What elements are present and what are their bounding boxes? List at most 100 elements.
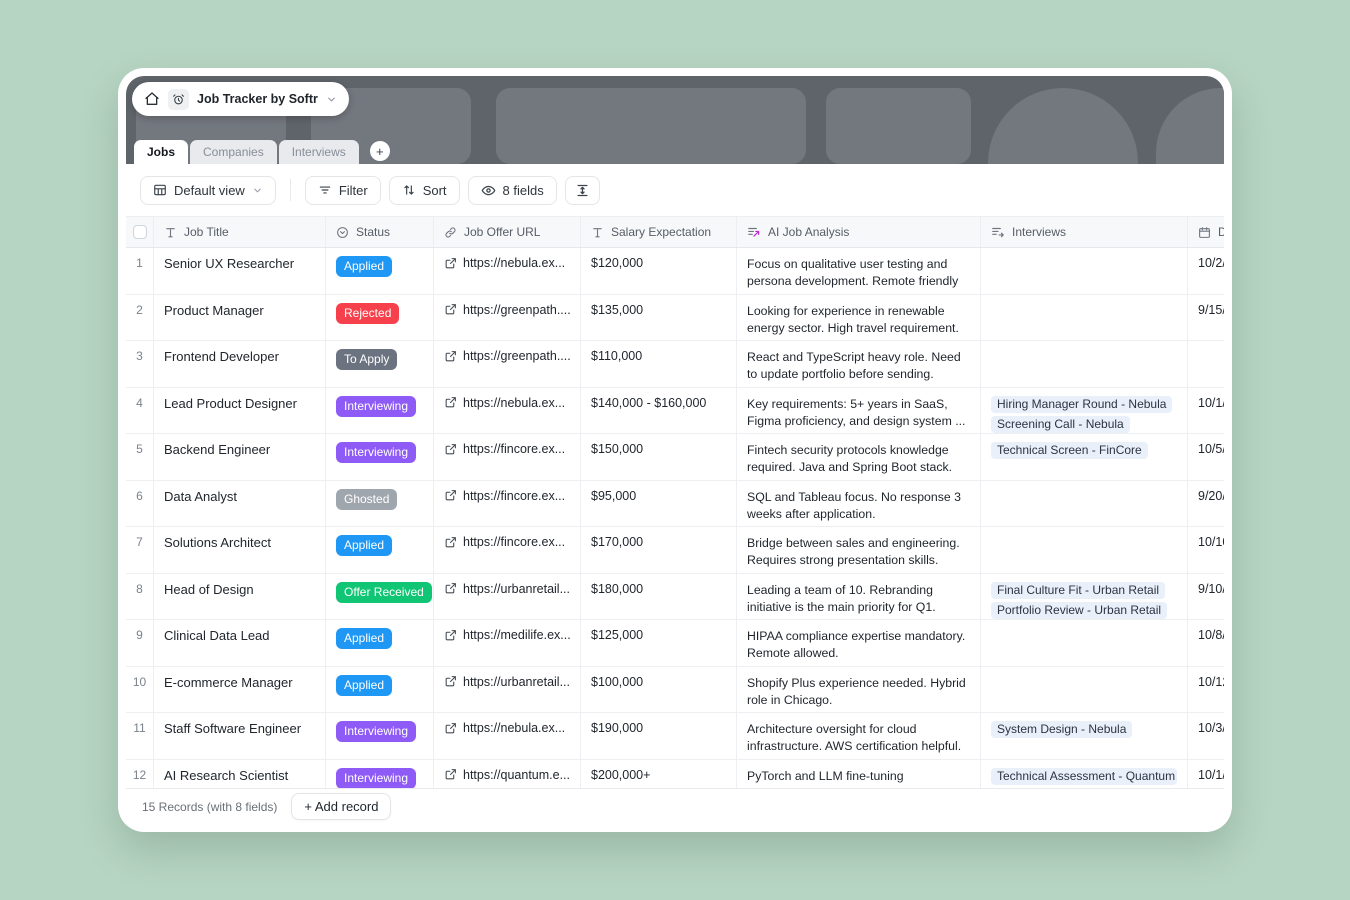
cell-job-offer-url[interactable]: https://urbanretail...: [434, 667, 581, 713]
cell-date-applied[interactable]: 9/20/: [1188, 481, 1224, 527]
status-badge[interactable]: Applied: [336, 256, 392, 277]
status-badge[interactable]: Applied: [336, 535, 392, 556]
cell-date-applied[interactable]: 10/10/: [1188, 527, 1224, 573]
cell-date-applied[interactable]: 10/3/2: [1188, 713, 1224, 759]
table-row[interactable]: 10E-commerce ManagerAppliedhttps://urban…: [126, 667, 1224, 714]
url-link[interactable]: https://greenpath....: [444, 349, 570, 363]
url-link[interactable]: https://medilife.ex...: [444, 628, 570, 642]
cell-interviews[interactable]: Hiring Manager Round - NebulaScreening C…: [981, 388, 1188, 434]
column-header-interviews[interactable]: Interviews: [981, 217, 1188, 247]
cell-job-title[interactable]: Frontend Developer: [154, 341, 326, 387]
cell-date-applied[interactable]: 10/1/2: [1188, 760, 1224, 789]
table-row[interactable]: 5Backend Engineer Interviewing https://fin…: [126, 434, 1224, 481]
cell-ai-job-analysis[interactable]: SQL and Tableau focus. No response 3 wee…: [737, 481, 981, 527]
cell-job-title[interactable]: Solutions Architect: [154, 527, 326, 573]
table-row[interactable]: 1Senior UX ResearcherAppliedhttps://nebu…: [126, 248, 1224, 295]
cell-job-offer-url[interactable]: https://nebula.ex...: [434, 248, 581, 294]
tab-companies[interactable]: Companies: [190, 140, 277, 164]
url-link[interactable]: https://quantum.e...: [444, 768, 570, 782]
cell-date-applied[interactable]: 9/15/2: [1188, 295, 1224, 341]
cell-date-applied[interactable]: 10/5/2: [1188, 434, 1224, 480]
row-number[interactable]: 3: [126, 341, 154, 387]
table-row[interactable]: 9Clinical Data LeadAppliedhttps://medili…: [126, 620, 1224, 667]
status-badge[interactable]: Interviewing: [336, 442, 416, 463]
table-row[interactable]: 6Data AnalystGhostedhttps://fincore.ex..…: [126, 481, 1224, 528]
status-badge[interactable]: Offer Received: [336, 582, 432, 603]
column-header-ai-job-analysis[interactable]: AI Job Analysis: [737, 217, 981, 247]
row-number[interactable]: 5: [126, 434, 154, 480]
url-link[interactable]: https://fincore.ex...: [444, 442, 570, 456]
cell-job-offer-url[interactable]: https://nebula.ex...: [434, 713, 581, 759]
row-number[interactable]: 10: [126, 667, 154, 713]
cell-ai-job-analysis[interactable]: Key requirements: 5+ years in SaaS, Figm…: [737, 388, 981, 434]
cell-status[interactable]: Ghosted: [326, 481, 434, 527]
interview-chip[interactable]: Portfolio Review - Urban Retail: [991, 602, 1167, 619]
status-badge[interactable]: Interviewing: [336, 396, 416, 417]
cell-job-title[interactable]: Clinical Data Lead: [154, 620, 326, 666]
cell-ai-job-analysis[interactable]: Bridge between sales and engineering. Re…: [737, 527, 981, 573]
cell-ai-job-analysis[interactable]: HIPAA compliance expertise mandatory. Re…: [737, 620, 981, 666]
cell-job-offer-url[interactable]: https://urbanretail...: [434, 574, 581, 620]
cell-interviews[interactable]: [981, 527, 1188, 573]
row-number[interactable]: 12: [126, 760, 154, 789]
cell-job-title[interactable]: Senior UX Researcher: [154, 248, 326, 294]
cell-date-applied[interactable]: [1188, 341, 1224, 387]
row-number[interactable]: 8: [126, 574, 154, 620]
row-number[interactable]: 6: [126, 481, 154, 527]
cell-status[interactable]: Rejected: [326, 295, 434, 341]
status-badge[interactable]: Ghosted: [336, 489, 397, 510]
cell-ai-job-analysis[interactable]: Fintech security protocols knowledge req…: [737, 434, 981, 480]
cell-ai-job-analysis[interactable]: Looking for experience in renewable ener…: [737, 295, 981, 341]
url-link[interactable]: https://greenpath....: [444, 303, 570, 317]
cell-job-offer-url[interactable]: https://nebula.ex...: [434, 388, 581, 434]
select-all-cell[interactable]: [126, 217, 154, 247]
add-record-button[interactable]: + Add record: [291, 793, 391, 820]
cell-date-applied[interactable]: 9/10/2: [1188, 574, 1224, 620]
cell-job-title[interactable]: Backend Engineer: [154, 434, 326, 480]
chevron-down-icon[interactable]: [326, 94, 337, 105]
view-selector-button[interactable]: Default view: [140, 176, 276, 205]
url-link[interactable]: https://urbanretail...: [444, 675, 570, 689]
cell-job-offer-url[interactable]: https://fincore.ex...: [434, 434, 581, 480]
cell-date-applied[interactable]: 10/1/2: [1188, 388, 1224, 434]
cell-interviews[interactable]: Technical Assessment - Quantum: [981, 760, 1188, 789]
cell-job-offer-url[interactable]: https://quantum.e...: [434, 760, 581, 789]
status-badge[interactable]: Applied: [336, 628, 392, 649]
table-row[interactable]: 3Frontend Developer To Apply https://green…: [126, 341, 1224, 388]
column-header-status[interactable]: Status: [326, 217, 434, 247]
cell-ai-job-analysis[interactable]: React and TypeScript heavy role. Need to…: [737, 341, 981, 387]
column-header-job-offer-url[interactable]: Job Offer URL: [434, 217, 581, 247]
cell-job-title[interactable]: Product Manager: [154, 295, 326, 341]
cell-status[interactable]: Interviewing: [326, 434, 434, 480]
cell-job-offer-url[interactable]: https://greenpath....: [434, 295, 581, 341]
cell-salary-expectation[interactable]: $150,000: [581, 434, 737, 480]
cell-job-offer-url[interactable]: https://fincore.ex...: [434, 481, 581, 527]
cell-salary-expectation[interactable]: $200,000+: [581, 760, 737, 789]
cell-status[interactable]: Offer Received: [326, 574, 434, 620]
table-row[interactable]: 4Lead Product DesignerInterviewinghttps:…: [126, 388, 1224, 435]
url-link[interactable]: https://fincore.ex...: [444, 535, 570, 549]
cell-salary-expectation[interactable]: $170,000: [581, 527, 737, 573]
cell-interviews[interactable]: System Design - Nebula: [981, 713, 1188, 759]
url-link[interactable]: https://fincore.ex...: [444, 489, 570, 503]
cell-status[interactable]: Interviewing: [326, 760, 434, 789]
cell-salary-expectation[interactable]: $180,000: [581, 574, 737, 620]
row-number[interactable]: 11: [126, 713, 154, 759]
column-header-job-title[interactable]: Job Title: [154, 217, 326, 247]
url-link[interactable]: https://nebula.ex...: [444, 721, 570, 735]
cell-interviews[interactable]: Final Culture Fit - Urban RetailPortfoli…: [981, 574, 1188, 620]
interview-chip[interactable]: System Design - Nebula: [991, 721, 1132, 738]
status-badge[interactable]: Rejected: [336, 303, 399, 324]
interview-chip[interactable]: Technical Assessment - Quantum: [991, 768, 1177, 785]
cell-salary-expectation[interactable]: $140,000 - $160,000: [581, 388, 737, 434]
status-badge[interactable]: Interviewing: [336, 768, 416, 789]
cell-job-title[interactable]: E-commerce Manager: [154, 667, 326, 713]
tab-jobs[interactable]: Jobs: [134, 140, 188, 164]
row-height-button[interactable]: [565, 176, 600, 205]
cell-interviews[interactable]: [981, 295, 1188, 341]
status-badge[interactable]: To Apply: [336, 349, 397, 370]
cell-status[interactable]: To Apply: [326, 341, 434, 387]
fields-button[interactable]: 8 fields: [468, 176, 557, 205]
cell-ai-job-analysis[interactable]: Architecture oversight for cloud infrast…: [737, 713, 981, 759]
cell-job-title[interactable]: Staff Software Engineer: [154, 713, 326, 759]
